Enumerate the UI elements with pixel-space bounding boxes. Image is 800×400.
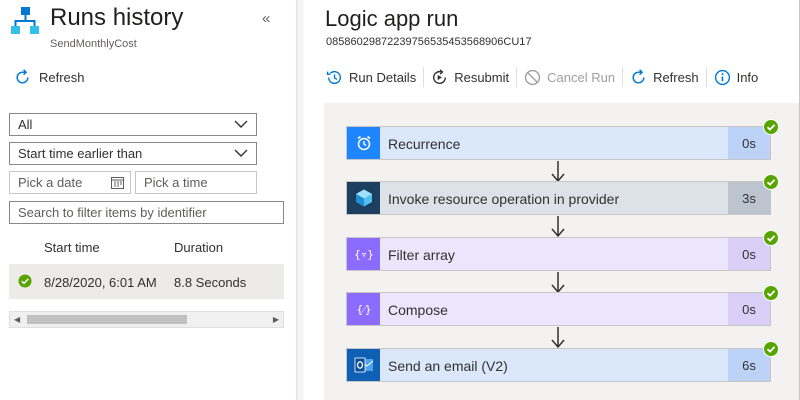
column-header-start-time[interactable]: Start time <box>44 240 100 255</box>
filter-array-icon: {▿} <box>347 238 380 270</box>
date-picker-input[interactable]: Pick a date <box>9 171 131 194</box>
refresh-label: Refresh <box>39 70 85 85</box>
success-check-icon <box>763 174 779 190</box>
horizontal-scrollbar[interactable]: ◀ ▶ <box>9 311 284 328</box>
scroll-right-icon[interactable]: ▶ <box>273 315 279 324</box>
run-duration: 8.8 Seconds <box>174 275 247 290</box>
logic-app-run-pane: Logic app run 08586029872239756535453568… <box>304 0 799 400</box>
page-title: Logic app run <box>325 6 459 31</box>
table-row[interactable]: 8/28/2020, 6:01 AM 8.8 Seconds <box>9 264 284 299</box>
svg-text:{⁄}: {⁄} <box>356 303 371 316</box>
run-designer-canvas: Recurrence 0s Invoke resource operation … <box>324 103 799 400</box>
refresh-icon <box>632 68 645 84</box>
step-compose[interactable]: {⁄} Compose 0s <box>346 285 779 326</box>
calendar-icon[interactable] <box>111 176 124 189</box>
success-check-icon <box>763 285 779 301</box>
cancel-icon <box>525 69 541 85</box>
time-picker-input[interactable]: Pick a time <box>135 171 257 194</box>
refresh-run-label: Refresh <box>653 69 699 85</box>
flow-arrow-icon <box>551 272 565 294</box>
resubmit-icon <box>433 68 447 84</box>
collapse-pane-button[interactable]: « <box>262 10 270 27</box>
success-check-icon <box>18 274 32 288</box>
success-check-icon <box>763 230 779 246</box>
chevron-down-icon <box>234 149 248 157</box>
info-label: Info <box>736 69 759 85</box>
command-bar: Run Details Resubmit Cancel Run Refresh … <box>326 66 758 88</box>
azure-resource-cube-icon <box>347 182 380 214</box>
resubmit-button[interactable]: Resubmit <box>431 68 510 86</box>
toolbar-divider <box>516 67 518 87</box>
step-name: Filter array <box>388 247 455 263</box>
toolbar-divider <box>423 67 425 87</box>
refresh-button[interactable]: Refresh <box>14 69 85 86</box>
step-name: Invoke resource operation in provider <box>388 191 620 207</box>
svg-text:{▿}: {▿} <box>354 248 374 261</box>
time-filter-value: Start time earlier than <box>18 146 143 161</box>
resubmit-label: Resubmit <box>454 69 510 85</box>
step-name: Recurrence <box>388 136 461 152</box>
search-placeholder: Search to filter items by identifier <box>18 205 207 220</box>
info-button[interactable]: Info <box>714 69 759 86</box>
logic-app-icon <box>11 7 39 34</box>
app-name: SendMonthlyCost <box>50 38 137 50</box>
scrollbar-thumb[interactable] <box>27 315 187 324</box>
alarm-clock-icon <box>347 127 380 159</box>
time-placeholder: Pick a time <box>144 175 208 190</box>
runs-history-pane: Runs history SendMonthlyCost « Refresh A… <box>0 0 296 400</box>
toolbar-divider <box>622 67 624 87</box>
cancel-run-button[interactable]: Cancel Run <box>524 69 615 86</box>
status-filter-dropdown[interactable]: All <box>9 113 257 136</box>
flow-arrow-icon <box>551 216 565 238</box>
scroll-left-icon[interactable]: ◀ <box>14 315 20 324</box>
step-filter-array[interactable]: {▿} Filter array 0s <box>346 230 779 271</box>
step-invoke-resource-operation[interactable]: Invoke resource operation in provider 3s <box>346 174 779 215</box>
compose-icon: {⁄} <box>347 293 380 325</box>
run-identifier: 08586029872239756535453568906CU17 <box>326 36 532 48</box>
flow-arrow-icon <box>551 161 565 183</box>
status-filter-value: All <box>18 117 33 132</box>
success-check-icon <box>763 341 779 357</box>
refresh-run-button[interactable]: Refresh <box>630 68 699 86</box>
step-send-email[interactable]: Send an email (V2) 6s <box>346 341 779 382</box>
toolbar-divider <box>705 67 707 87</box>
info-icon <box>714 69 730 85</box>
run-details-label: Run Details <box>349 69 417 85</box>
step-name: Send an email (V2) <box>388 358 508 374</box>
cancel-run-label: Cancel Run <box>547 69 616 85</box>
flow-arrow-icon <box>551 327 565 349</box>
step-recurrence[interactable]: Recurrence 0s <box>346 119 779 160</box>
date-placeholder: Pick a date <box>18 175 83 190</box>
column-header-duration[interactable]: Duration <box>174 240 223 255</box>
history-icon <box>326 70 341 84</box>
pane-divider <box>296 0 304 400</box>
success-check-icon <box>763 119 779 135</box>
pane-title: Runs history <box>50 4 184 31</box>
run-start-time: 8/28/2020, 6:01 AM <box>44 275 157 290</box>
time-filter-dropdown[interactable]: Start time earlier than <box>9 142 257 165</box>
outlook-mail-icon <box>347 349 380 381</box>
chevron-down-icon <box>234 120 248 128</box>
run-details-button[interactable]: Run Details <box>326 69 416 86</box>
refresh-icon <box>16 69 29 84</box>
step-name: Compose <box>388 302 448 318</box>
search-input[interactable]: Search to filter items by identifier <box>9 201 284 224</box>
